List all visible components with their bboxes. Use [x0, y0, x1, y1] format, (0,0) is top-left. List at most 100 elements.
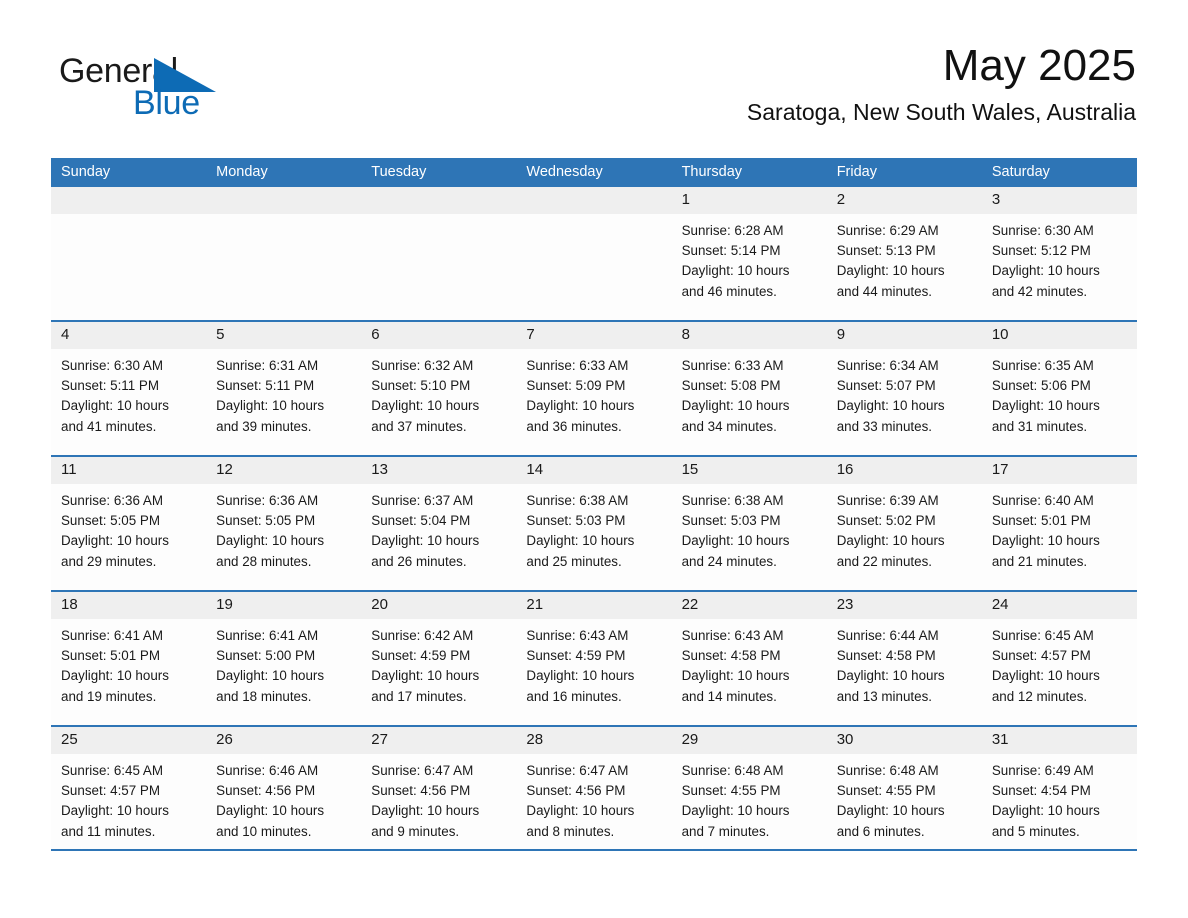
day-cell[interactable]: 16 Sunrise: 6:39 AM Sunset: 5:02 PM Dayligh… [826, 457, 982, 590]
sunset-text: Sunset: 5:01 PM [991, 513, 1091, 529]
day-cell[interactable]: 23 Sunrise: 6:44 AM Sunset: 4:58 PM Dayligh… [826, 592, 982, 725]
daylight-text-line1: Daylight: 10 hours [526, 398, 635, 414]
day-cell[interactable]: 18 Sunrise: 6:41 AM Sunset: 5:01 PM Dayligh… [51, 592, 207, 725]
day-details: Sunrise: 6:43 AM Sunset: 4:58 PM Daylight:… [672, 619, 827, 707]
day-details: Sunrise: 6:43 AM Sunset: 4:59 PM Daylight:… [516, 619, 671, 707]
sunset-text: Sunset: 5:07 PM [836, 378, 936, 394]
day-cell[interactable]: 19 Sunrise: 6:41 AM Sunset: 5:00 PM Dayligh… [206, 592, 362, 725]
calendar-week-row: 4 Sunrise: 6:30 AM Sunset: 5:11 PM Daylight… [51, 322, 1137, 457]
day-cell[interactable]: 13 Sunrise: 6:37 AM Sunset: 5:04 PM Dayligh… [361, 457, 517, 590]
location-subtitle: Saratoga, New South Wales, Australia [746, 99, 1136, 125]
sunset-text: Sunset: 4:55 PM [681, 783, 781, 799]
daylight-text-line2: and 17 minutes. [371, 688, 467, 704]
day-number: 29 [671, 727, 827, 754]
day-details: Sunrise: 6:36 AM Sunset: 5:05 PM Daylight:… [51, 484, 206, 572]
day-details: Sunrise: 6:40 AM Sunset: 5:01 PM Daylight:… [982, 484, 1137, 572]
sunrise-text: Sunrise: 6:43 AM [681, 628, 784, 643]
sunset-text: Sunset: 5:10 PM [371, 378, 471, 394]
weekday-saturday: Saturday [991, 164, 1050, 180]
sunrise-text: Sunrise: 6:47 AM [371, 763, 474, 778]
day-cell[interactable]: 17 Sunrise: 6:40 AM Sunset: 5:01 PM Dayligh… [981, 457, 1137, 590]
daylight-text-line1: Daylight: 10 hours [991, 668, 1100, 684]
day-cell[interactable]: 9 Sunrise: 6:34 AM Sunset: 5:07 PM Daylight… [826, 322, 982, 455]
brand-logo[interactable]: General Blue [59, 52, 259, 122]
day-cell[interactable]: 26 Sunrise: 6:46 AM Sunset: 4:56 PM Dayligh… [206, 727, 362, 849]
day-cell[interactable]: 5 Sunrise: 6:31 AM Sunset: 5:11 PM Daylight… [206, 322, 362, 455]
day-cell[interactable]: 24 Sunrise: 6:45 AM Sunset: 4:57 PM Dayligh… [981, 592, 1137, 725]
day-details: Sunrise: 6:44 AM Sunset: 4:58 PM Daylight:… [827, 619, 982, 707]
day-cell[interactable]: 22 Sunrise: 6:43 AM Sunset: 4:58 PM Dayligh… [671, 592, 827, 725]
day-details: Sunrise: 6:33 AM Sunset: 5:08 PM Daylight:… [672, 349, 827, 437]
calendar-week-row: 25 Sunrise: 6:45 AM Sunset: 4:57 PM Dayligh… [51, 727, 1137, 851]
sunset-text: Sunset: 5:11 PM [61, 378, 160, 394]
daylight-text-line1: Daylight: 10 hours [991, 533, 1100, 549]
day-number: 11 [51, 457, 207, 484]
day-cell[interactable]: 27 Sunrise: 6:47 AM Sunset: 4:56 PM Dayligh… [361, 727, 517, 849]
day-number [516, 187, 672, 214]
day-cell[interactable]: 10 Sunrise: 6:35 AM Sunset: 5:06 PM Dayligh… [981, 322, 1137, 455]
daylight-text-line2: and 18 minutes. [216, 688, 312, 704]
daylight-text-line1: Daylight: 10 hours [216, 803, 325, 819]
day-cell[interactable]: 12 Sunrise: 6:36 AM Sunset: 5:05 PM Dayligh… [206, 457, 362, 590]
sunrise-text: Sunrise: 6:33 AM [526, 358, 629, 373]
day-number: 7 [516, 322, 672, 349]
day-cell[interactable]: 11 Sunrise: 6:36 AM Sunset: 5:05 PM Dayligh… [51, 457, 207, 590]
page-header: General Blue May 2025 Saratoga, New Sout… [51, 40, 1136, 150]
sunset-text: Sunset: 4:56 PM [526, 783, 626, 799]
daylight-text-line2: and 22 minutes. [836, 553, 932, 569]
day-details: Sunrise: 6:45 AM Sunset: 4:57 PM Daylight:… [51, 754, 206, 842]
daylight-text-line2: and 33 minutes. [836, 418, 932, 434]
sunrise-text: Sunrise: 6:39 AM [836, 493, 939, 508]
day-details: Sunrise: 6:34 AM Sunset: 5:07 PM Daylight:… [827, 349, 982, 437]
day-number: 24 [981, 592, 1137, 619]
daylight-text-line1: Daylight: 10 hours [526, 533, 635, 549]
day-cell[interactable]: 20 Sunrise: 6:42 AM Sunset: 4:59 PM Dayligh… [361, 592, 517, 725]
day-cell[interactable]: 14 Sunrise: 6:38 AM Sunset: 5:03 PM Dayligh… [516, 457, 672, 590]
sunset-text: Sunset: 5:12 PM [991, 243, 1091, 259]
day-number [206, 187, 362, 214]
day-cell[interactable]: 29 Sunrise: 6:48 AM Sunset: 4:55 PM Dayligh… [671, 727, 827, 849]
day-number: 25 [51, 727, 207, 754]
day-cell[interactable]: 30 Sunrise: 6:48 AM Sunset: 4:55 PM Dayligh… [826, 727, 982, 849]
calendar-week-row: 1 Sunrise: 6:28 AM Sunset: 5:14 PM Daylight… [51, 187, 1137, 322]
day-cell[interactable]: 25 Sunrise: 6:45 AM Sunset: 4:57 PM Dayligh… [51, 727, 207, 849]
brand-name-blue: Blue [133, 84, 200, 122]
day-details: Sunrise: 6:35 AM Sunset: 5:06 PM Daylight:… [982, 349, 1137, 437]
weekday-friday: Friday [836, 164, 877, 180]
day-number: 22 [671, 592, 827, 619]
sunset-text: Sunset: 5:06 PM [991, 378, 1091, 394]
sunrise-text: Sunrise: 6:38 AM [526, 493, 629, 508]
sunrise-text: Sunrise: 6:41 AM [216, 628, 319, 643]
day-cell[interactable]: 15 Sunrise: 6:38 AM Sunset: 5:03 PM Dayligh… [671, 457, 827, 590]
daylight-text-line2: and 7 minutes. [681, 823, 770, 839]
daylight-text-line1: Daylight: 10 hours [526, 803, 635, 819]
day-number: 23 [826, 592, 982, 619]
day-cell[interactable]: 3 Sunrise: 6:30 AM Sunset: 5:12 PM Daylight… [981, 187, 1137, 320]
sunset-text: Sunset: 4:57 PM [61, 783, 160, 799]
day-cell[interactable]: 4 Sunrise: 6:30 AM Sunset: 5:11 PM Daylight… [51, 322, 207, 455]
day-cell[interactable]: 2 Sunrise: 6:29 AM Sunset: 5:13 PM Daylight… [826, 187, 982, 320]
sunrise-text: Sunrise: 6:49 AM [991, 763, 1094, 778]
daylight-text-line1: Daylight: 10 hours [61, 803, 169, 819]
day-cell[interactable]: 21 Sunrise: 6:43 AM Sunset: 4:59 PM Dayligh… [516, 592, 672, 725]
sunset-text: Sunset: 5:04 PM [371, 513, 471, 529]
day-number: 18 [51, 592, 207, 619]
day-cell[interactable]: 31 Sunrise: 6:49 AM Sunset: 4:54 PM Dayligh… [981, 727, 1137, 849]
day-number: 27 [361, 727, 517, 754]
day-cell[interactable]: 6 Sunrise: 6:32 AM Sunset: 5:10 PM Daylight… [361, 322, 517, 455]
day-cell[interactable]: 8 Sunrise: 6:33 AM Sunset: 5:08 PM Daylight… [671, 322, 827, 455]
daylight-text-line2: and 25 minutes. [526, 553, 622, 569]
day-cell[interactable]: 7 Sunrise: 6:33 AM Sunset: 5:09 PM Daylight… [516, 322, 672, 455]
day-number: 13 [361, 457, 517, 484]
sunrise-text: Sunrise: 6:48 AM [681, 763, 784, 778]
day-cell[interactable]: 28 Sunrise: 6:47 AM Sunset: 4:56 PM Dayligh… [516, 727, 672, 849]
daylight-text-line2: and 10 minutes. [216, 823, 312, 839]
sunset-text: Sunset: 5:11 PM [216, 378, 315, 394]
sunrise-text: Sunrise: 6:43 AM [526, 628, 629, 643]
day-cell[interactable]: 1 Sunrise: 6:28 AM Sunset: 5:14 PM Daylight… [671, 187, 827, 320]
sunset-text: Sunset: 4:56 PM [216, 783, 316, 799]
sunset-text: Sunset: 4:58 PM [681, 648, 781, 664]
day-details: Sunrise: 6:33 AM Sunset: 5:09 PM Daylight:… [516, 349, 671, 437]
day-number: 3 [981, 187, 1137, 214]
daylight-text-line1: Daylight: 10 hours [681, 803, 790, 819]
